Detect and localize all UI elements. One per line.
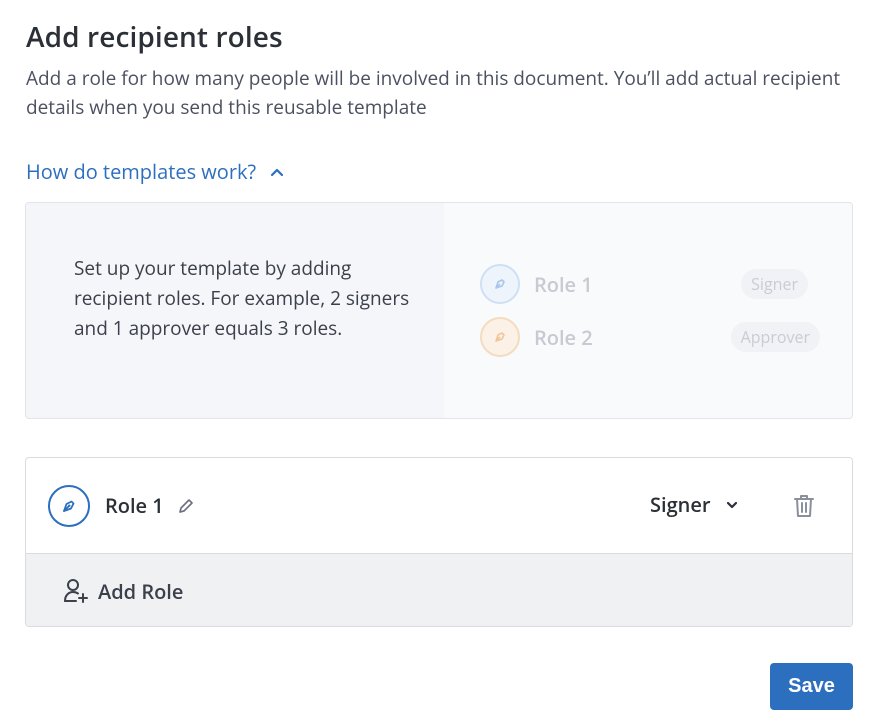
how-templates-work-label: How do templates work? xyxy=(26,158,257,185)
role-type-label: Signer xyxy=(650,491,711,518)
pen-nib-icon xyxy=(480,264,520,304)
template-info-text: Set up your template by adding recipient… xyxy=(74,255,410,341)
roles-list: Role 1 Signer Add Role xyxy=(25,457,853,627)
template-info-panel: Set up your template by adding recipient… xyxy=(25,202,853,419)
example-role-row: Role 2 Approver xyxy=(480,317,820,357)
pen-nib-icon xyxy=(480,317,520,357)
pencil-icon[interactable] xyxy=(176,496,196,516)
example-role-name: Role 2 xyxy=(534,323,593,351)
add-user-icon xyxy=(64,579,88,603)
add-role-button[interactable]: Add Role xyxy=(26,554,852,626)
add-role-label: Add Role xyxy=(98,577,184,605)
role-type-dropdown[interactable]: Signer xyxy=(650,491,739,518)
page-title: Add recipient roles xyxy=(26,18,283,56)
example-role-type-badge: Approver xyxy=(730,322,820,352)
role-name: Role 1 xyxy=(105,492,164,519)
example-role-row: Role 1 Signer xyxy=(480,264,820,304)
example-roles-illustration: Role 1 Signer Role 2 Approver xyxy=(444,203,852,418)
chevron-down-icon xyxy=(726,501,737,508)
pen-nib-icon xyxy=(48,485,90,527)
page-description: Add a role for how many people will be i… xyxy=(26,65,841,120)
trash-icon[interactable] xyxy=(792,493,816,519)
chevron-up-icon xyxy=(271,168,284,176)
role-row: Role 1 Signer xyxy=(26,458,852,554)
example-role-type-badge: Signer xyxy=(741,269,808,299)
example-role-name: Role 1 xyxy=(534,270,593,298)
how-templates-work-toggle[interactable]: How do templates work? xyxy=(26,158,284,185)
save-button[interactable]: Save xyxy=(770,663,853,710)
